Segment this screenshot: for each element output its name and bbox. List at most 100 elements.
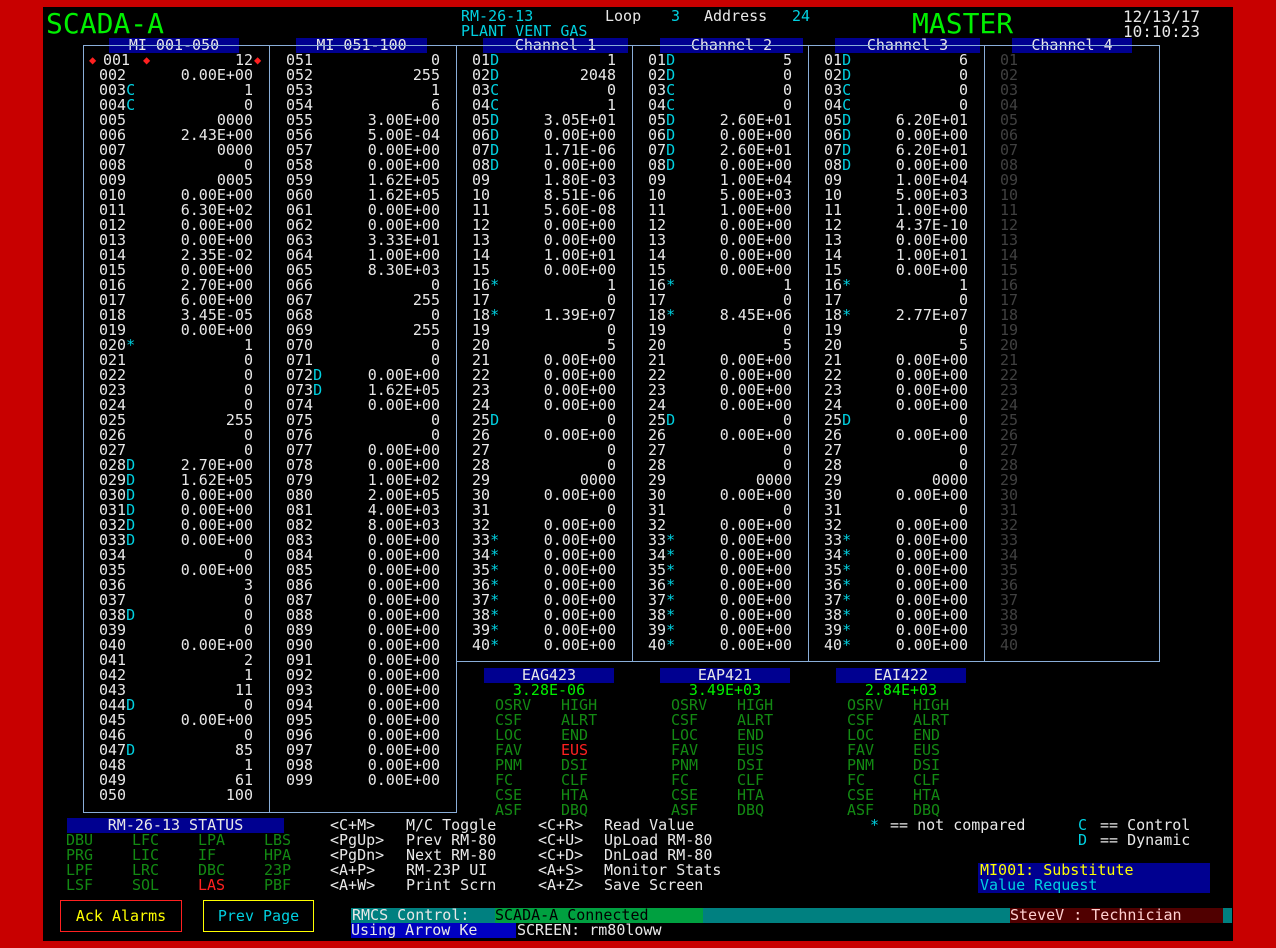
table-row[interactable]: 18* 2.77E+07 — [824, 308, 968, 323]
table-row[interactable]: 26 — [1000, 428, 1140, 443]
table-row[interactable]: 30 0.00E+00 — [824, 488, 968, 503]
table-row[interactable]: 14 — [1000, 248, 1140, 263]
table-row[interactable]: 19 0 — [472, 323, 616, 338]
table-row[interactable]: 08 — [1000, 158, 1140, 173]
row-flag: D — [666, 411, 676, 429]
table-row[interactable]: 16* 1 — [472, 278, 616, 293]
row-flag: * — [842, 306, 852, 324]
table-row[interactable]: 07 — [1000, 143, 1140, 158]
table-row[interactable]: 31 — [1000, 503, 1140, 518]
channel-bottom-border — [456, 661, 1160, 662]
address-label: Address — [704, 7, 768, 25]
ack-alarms-button[interactable]: Ack Alarms — [60, 900, 182, 932]
request-line-2: Value Request — [980, 876, 1098, 894]
table-row[interactable]: 10 — [1000, 188, 1140, 203]
row-value: 100 — [225, 786, 253, 804]
table-row[interactable]: 12 — [1000, 218, 1140, 233]
table-row[interactable]: 30 — [1000, 488, 1140, 503]
row-value: 0.00E+00 — [895, 486, 968, 504]
table-row[interactable]: 06 — [1000, 128, 1140, 143]
table-row[interactable]: 04 — [1000, 98, 1140, 113]
table-row[interactable]: 27 0 — [648, 443, 792, 458]
table-row[interactable]: 15 — [1000, 263, 1140, 278]
table-row[interactable]: 40 — [1000, 638, 1140, 653]
key-shortcut[interactable]: <A+W> — [330, 878, 375, 893]
table-row[interactable]: 05 — [1000, 113, 1140, 128]
table-row[interactable]: 40* 0.00E+00 — [824, 638, 968, 653]
row-flag: D — [490, 156, 500, 174]
mi-divider — [269, 45, 270, 813]
table-row[interactable]: 19 0 — [824, 323, 968, 338]
table-row[interactable]: 16* 1 — [648, 278, 792, 293]
row-value: 2.77E+07 — [895, 306, 968, 324]
table-row[interactable]: 27 0 — [472, 443, 616, 458]
top-border — [83, 45, 1160, 46]
row-flag: D — [126, 741, 136, 759]
row-flag: * — [490, 636, 500, 654]
table-row[interactable]: 30 0.00E+00 — [472, 488, 616, 503]
table-row[interactable]: 17 — [1000, 293, 1140, 308]
row-value: 0.00E+00 — [719, 396, 792, 414]
table-row[interactable]: 16 — [1000, 278, 1140, 293]
table-row[interactable]: 050 100 — [99, 788, 253, 803]
table-row[interactable]: 23 — [1000, 383, 1140, 398]
table-row[interactable]: 37 — [1000, 593, 1140, 608]
mi-bottom-border — [83, 812, 457, 813]
table-row[interactable]: 13 — [1000, 233, 1140, 248]
status-header: RM-26-13 STATUS — [67, 818, 284, 833]
table-row[interactable]: 03 — [1000, 83, 1140, 98]
key-shortcut[interactable]: <A+Z> — [538, 878, 583, 893]
table-row[interactable]: 34 — [1000, 548, 1140, 563]
row-value: 0.00E+00 — [719, 636, 792, 654]
key-action: Save Screen — [604, 876, 704, 894]
table-row[interactable]: 38 — [1000, 608, 1140, 623]
request-panel[interactable]: MI001: Substitute Value Request — [978, 863, 1210, 893]
table-row[interactable]: 20 — [1000, 338, 1140, 353]
table-row[interactable]: 16* 1 — [824, 278, 968, 293]
table-row[interactable]: 29 — [1000, 473, 1140, 488]
table-row[interactable]: 40* 0.00E+00 — [648, 638, 792, 653]
row-value: 0.00E+00 — [180, 561, 253, 579]
table-row[interactable]: 26 0.00E+00 — [824, 428, 968, 443]
channel-divider-1 — [632, 45, 633, 662]
mi2-right-border — [456, 45, 457, 813]
table-row[interactable]: 27 0 — [824, 443, 968, 458]
table-row[interactable]: 099 0.00E+00 — [286, 773, 440, 788]
row-value: 0.00E+00 — [543, 486, 616, 504]
address-value: 24 — [792, 7, 811, 25]
prev-page-button[interactable]: Prev Page — [203, 900, 314, 932]
row-value: 0.00E+00 — [543, 261, 616, 279]
row-value: 0.00E+00 — [180, 531, 253, 549]
table-row[interactable]: 09 — [1000, 173, 1140, 188]
table-row[interactable]: 02 — [1000, 68, 1140, 83]
table-row[interactable]: 01 — [1000, 53, 1140, 68]
table-row[interactable]: 19 0 — [648, 323, 792, 338]
row-flag: * — [666, 636, 676, 654]
row-flag: D — [490, 411, 500, 429]
table-row[interactable]: 30 0.00E+00 — [648, 488, 792, 503]
row-flag: D — [666, 156, 676, 174]
row-value: 0.00E+00 — [895, 636, 968, 654]
table-row[interactable]: 27 — [1000, 443, 1140, 458]
table-row[interactable]: 18* 8.45E+06 — [648, 308, 792, 323]
table-row[interactable]: 25 — [1000, 413, 1140, 428]
table-row[interactable]: 39 — [1000, 623, 1140, 638]
table-row[interactable]: 24 — [1000, 398, 1140, 413]
table-row[interactable]: 33 — [1000, 533, 1140, 548]
table-row[interactable]: 19 — [1000, 323, 1140, 338]
table-row[interactable]: 18* 1.39E+07 — [472, 308, 616, 323]
table-row[interactable]: 22 — [1000, 368, 1140, 383]
table-row[interactable]: 11 — [1000, 203, 1140, 218]
row-value: 0.00E+00 — [719, 261, 792, 279]
table-row[interactable]: 18 — [1000, 308, 1140, 323]
table-row[interactable]: 36 — [1000, 578, 1140, 593]
table-row[interactable]: 26 0.00E+00 — [472, 428, 616, 443]
table-row[interactable]: 40* 0.00E+00 — [472, 638, 616, 653]
table-row[interactable]: 32 — [1000, 518, 1140, 533]
row-value: 8.45E+06 — [719, 306, 792, 324]
table-row[interactable]: 35 — [1000, 563, 1140, 578]
table-row[interactable]: 26 0.00E+00 — [648, 428, 792, 443]
monitor-flag: ASF — [495, 801, 523, 819]
table-row[interactable]: 28 — [1000, 458, 1140, 473]
table-row[interactable]: 21 — [1000, 353, 1140, 368]
